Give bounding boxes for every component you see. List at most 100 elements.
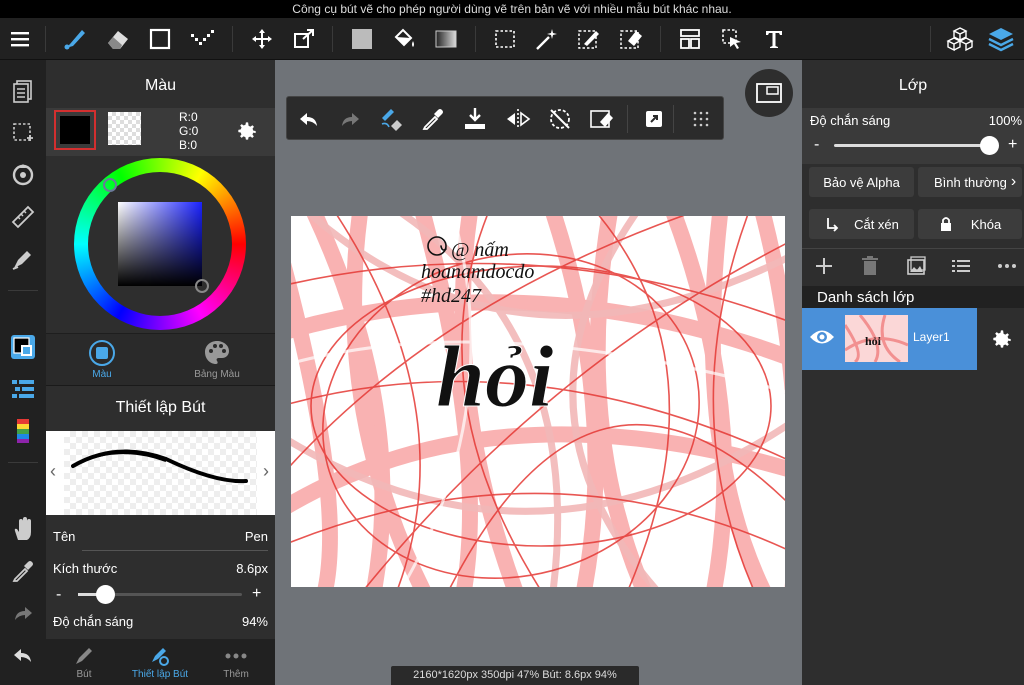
quick-flip-icon[interactable] (503, 104, 533, 134)
quick-redo-icon[interactable] (335, 104, 365, 134)
quick-undo-icon[interactable] (294, 104, 324, 134)
main-toolbar (0, 18, 1024, 60)
layers-icon[interactable] (986, 24, 1016, 54)
color-circle-icon (89, 340, 115, 366)
pen-tab-icon (76, 648, 92, 664)
handle-text-1: @ nấm (451, 239, 509, 261)
ruler-icon[interactable] (8, 202, 38, 232)
clip-label: Cắt xén (854, 216, 899, 232)
fill-color-icon[interactable] (347, 24, 377, 54)
color-settings-gear-icon[interactable] (234, 118, 260, 144)
tab-pen[interactable]: Bút (46, 639, 122, 685)
saturation-square[interactable] (118, 202, 202, 286)
color-swatch-icon[interactable] (8, 332, 38, 362)
lock-button[interactable]: Khóa (918, 209, 1022, 239)
operation-tool-icon[interactable] (717, 24, 747, 54)
selection-layer-icon[interactable] (8, 118, 38, 148)
select-rect-icon[interactable] (490, 24, 520, 54)
pen-size-value: 8.6px (236, 561, 268, 576)
layer-panel-title: Lớp (898, 77, 928, 94)
layer-settings-gear-icon[interactable] (989, 326, 1015, 352)
color-palette-strip-icon[interactable] (8, 416, 38, 446)
move-tool-icon[interactable] (247, 24, 277, 54)
brush-tool-icon[interactable] (60, 24, 90, 54)
size-plus-button[interactable]: + (252, 585, 261, 603)
transform-tool-icon[interactable] (289, 24, 319, 54)
quick-brush-eraser-icon[interactable] (377, 104, 407, 134)
material-icon[interactable] (8, 76, 38, 106)
view-toggle-button[interactable] (745, 69, 793, 117)
text-tool-icon[interactable] (759, 24, 789, 54)
clip-button[interactable]: Cắt xén (809, 209, 914, 239)
pen-panel-title: Thiết lập Bút (115, 399, 206, 416)
layer-opacity-handle[interactable] (980, 136, 999, 155)
redo-icon[interactable] (8, 598, 38, 628)
hand-tool-icon[interactable] (8, 514, 38, 544)
artboard[interactable]: @ nấm hoanamdocdo #hd247 hỏi (291, 216, 785, 587)
clip-arrow-icon (827, 218, 839, 232)
tab-pen-settings[interactable]: Thiết lập Bút (122, 639, 198, 685)
tab-more[interactable]: Thêm (198, 639, 274, 685)
pen-name-value[interactable]: Pen (245, 529, 268, 544)
brush-preview[interactable]: ‹ › (46, 431, 275, 515)
size-minus-button[interactable]: - (56, 586, 61, 604)
pen-size-label: Kích thước (53, 561, 118, 576)
pen-settings-tab-icon (152, 648, 169, 666)
main-color-swatch[interactable] (54, 110, 96, 150)
layer-image-icon[interactable] (906, 256, 926, 276)
magic-wand-icon[interactable] (532, 24, 562, 54)
frame-divider-icon[interactable] (675, 24, 705, 54)
add-layer-icon[interactable] (814, 256, 834, 276)
chevron-right-icon: › (1010, 173, 1017, 190)
eraser-tool-icon[interactable] (103, 24, 133, 54)
pen-name-label: Tên (53, 529, 76, 544)
more-dots-icon (225, 653, 247, 659)
layer-panel: Lớp Độ chắn sáng 100% - + Bảo vệ Alpha B… (802, 60, 1024, 685)
quick-grid-dots-icon[interactable] (686, 104, 716, 134)
layer-visibility-eye-icon[interactable] (808, 326, 836, 348)
menu-icon[interactable] (6, 24, 36, 54)
layer-list-icon[interactable] (8, 374, 38, 404)
layer-opacity-value: 100% (988, 113, 1022, 128)
svg-text:hỏi: hỏi (865, 334, 882, 348)
quick-share-icon[interactable] (639, 104, 669, 134)
pen-settings-panel: Thiết lập Bút ‹ › Tên Pen Kích thước 8.6… (46, 385, 275, 639)
layer-row[interactable]: hỏi Layer1 (802, 308, 977, 370)
pen-settings-icon[interactable] (8, 244, 38, 274)
shape-tool-icon[interactable] (145, 24, 175, 54)
lock-icon (940, 217, 951, 231)
quick-eyedropper-icon[interactable] (418, 104, 448, 134)
quick-save-icon[interactable] (460, 104, 490, 134)
delete-layer-icon[interactable] (861, 256, 879, 276)
main-lettering: hỏi (436, 329, 554, 426)
layer-opacity-plus[interactable]: + (1008, 136, 1017, 154)
tip-bar: Công cụ bút vẽ cho phép người dùng vẽ tr… (0, 0, 1024, 18)
tab-color[interactable]: Màu (62, 339, 142, 380)
quick-clear-icon[interactable] (587, 104, 617, 134)
color-handle[interactable] (195, 279, 209, 293)
pen-opacity-value: 94% (241, 614, 268, 629)
gradient-tool-icon[interactable] (431, 24, 461, 54)
hue-handle[interactable] (103, 178, 117, 192)
protect-alpha-button[interactable]: Bảo vệ Alpha (809, 167, 914, 197)
color-panel-title: Màu (144, 77, 177, 94)
tab-palette[interactable]: Bảng Màu (177, 339, 257, 380)
sub-color-swatch[interactable] (108, 112, 141, 145)
select-eraser-icon[interactable] (616, 24, 646, 54)
bucket-tool-icon[interactable] (389, 24, 419, 54)
layer-more-icon[interactable] (996, 257, 1018, 275)
undo-icon[interactable] (8, 640, 38, 670)
layer-opacity-minus[interactable]: - (814, 136, 819, 154)
quick-rotate-reset-icon[interactable] (545, 104, 575, 134)
select-pen-icon[interactable] (574, 24, 604, 54)
blend-mode-button[interactable]: Bình thường › (918, 167, 1022, 197)
snap-icon[interactable] (8, 160, 38, 190)
layer-opacity-track[interactable] (834, 144, 994, 147)
brush-next-icon: › (263, 461, 269, 481)
size-slider-handle[interactable] (96, 585, 115, 604)
3d-material-icon[interactable] (945, 24, 975, 54)
layer-list-menu-icon[interactable] (952, 257, 972, 275)
lock-label: Khóa (970, 216, 1002, 232)
eyedropper-icon[interactable] (8, 556, 38, 586)
dot-brush-icon[interactable] (187, 24, 217, 54)
